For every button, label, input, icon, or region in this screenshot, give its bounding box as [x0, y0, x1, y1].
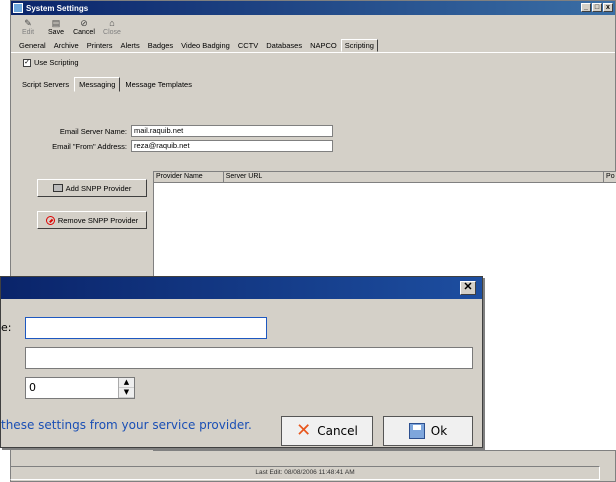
maximize-button[interactable]: □: [592, 3, 602, 12]
tab-script-servers[interactable]: Script Servers: [17, 77, 74, 92]
last-edit-text: Last Edit: 08/08/2006 11:48:41 AM: [255, 469, 355, 476]
tab-message-templates[interactable]: Message Templates: [120, 77, 197, 92]
tab-general[interactable]: General: [15, 39, 50, 52]
scripting-sub-tabs: Script Servers Messaging Message Templat…: [17, 77, 197, 92]
save-label: Save: [48, 29, 64, 36]
dialog-title-bar: ✕: [1, 277, 482, 299]
status-bar: Last Edit: 08/08/2006 11:48:41 AM: [10, 466, 600, 480]
remove-snpp-provider-button[interactable]: Remove SNPP Provider: [37, 211, 147, 229]
spin-up-icon[interactable]: ▲: [119, 378, 134, 388]
save-button[interactable]: ▤ Save: [43, 16, 69, 37]
tab-archive[interactable]: Archive: [50, 39, 83, 52]
tab-divider: [11, 52, 615, 53]
use-scripting-checkbox[interactable]: ✓: [23, 58, 31, 67]
cancel-icon: ⊘: [80, 18, 88, 28]
email-server-label: Email Server Name:: [59, 127, 127, 136]
port-value: 0: [29, 381, 36, 394]
toolbar: ✎ Edit ▤ Save ⊘ Cancel ⌂ Close: [15, 16, 125, 37]
add-snpp-label: Add SNPP Provider: [65, 183, 132, 193]
table-header: Provider Name Server URL Po: [154, 172, 616, 183]
column-port[interactable]: Po: [604, 172, 616, 182]
use-scripting-label: Use Scripting: [34, 58, 79, 67]
cancel-label: Cancel: [73, 29, 95, 36]
add-snpp-provider-button[interactable]: Add SNPP Provider: [37, 179, 147, 197]
server-url-input[interactable]: [25, 347, 473, 369]
remove-provider-icon: [45, 215, 55, 225]
tab-messaging[interactable]: Messaging: [74, 77, 121, 92]
tab-printers[interactable]: Printers: [83, 39, 117, 52]
dialog-ok-button[interactable]: Ok: [383, 416, 473, 446]
tab-cctv[interactable]: CCTV: [234, 39, 262, 52]
settings-tabs: General Archive Printers Alerts Badges V…: [15, 39, 378, 52]
dialog-hint-text: these settings from your service provide…: [1, 418, 252, 432]
column-provider-name[interactable]: Provider Name: [154, 172, 224, 182]
window-title: System Settings: [26, 3, 89, 13]
app-icon: [13, 3, 23, 13]
title-bar: System Settings _ □ x: [11, 1, 615, 15]
dialog-close-button[interactable]: ✕: [460, 281, 476, 295]
spin-down-icon[interactable]: ▼: [119, 388, 134, 398]
port-spin-buttons: ▲ ▼: [118, 378, 134, 398]
dialog-cancel-button[interactable]: ✕ Cancel: [281, 416, 373, 446]
dialog-ok-label: Ok: [430, 424, 448, 438]
snpp-provider-dialog: ✕ e: 0 ▲ ▼ these settings from your serv…: [0, 276, 483, 448]
provider-name-input[interactable]: [25, 317, 267, 339]
tab-alerts[interactable]: Alerts: [117, 39, 144, 52]
port-stepper[interactable]: 0 ▲ ▼: [25, 377, 135, 399]
minimize-button[interactable]: _: [581, 3, 591, 12]
dialog-cancel-label: Cancel: [317, 424, 358, 438]
close-window-button[interactable]: x: [603, 3, 613, 12]
edit-button[interactable]: ✎ Edit: [15, 16, 41, 37]
tab-databases[interactable]: Databases: [262, 39, 306, 52]
use-scripting-row[interactable]: ✓ Use Scripting: [23, 58, 79, 67]
close-label: Close: [103, 29, 121, 36]
tab-video-badging[interactable]: Video Badging: [177, 39, 234, 52]
tab-scripting[interactable]: Scripting: [340, 39, 378, 52]
email-server-input[interactable]: mail.raquib.net: [131, 125, 333, 137]
add-provider-icon: [52, 184, 63, 192]
provider-name-label: e:: [1, 321, 12, 334]
cancel-x-icon: ✕: [296, 420, 312, 441]
email-from-label: Email "From" Address:: [52, 142, 127, 151]
tab-napco[interactable]: NAPCO: [306, 39, 341, 52]
edit-label: Edit: [21, 29, 35, 36]
column-server-url[interactable]: Server URL: [224, 172, 605, 182]
edit-icon: ✎: [24, 18, 32, 28]
window-controls: _ □ x: [581, 3, 613, 12]
close-button[interactable]: ⌂ Close: [99, 16, 125, 37]
tab-badges[interactable]: Badges: [144, 39, 177, 52]
cancel-button[interactable]: ⊘ Cancel: [71, 16, 97, 37]
remove-snpp-label: Remove SNPP Provider: [57, 215, 139, 225]
email-from-input[interactable]: reza@raquib.net: [131, 140, 333, 152]
floppy-disk-icon: [408, 423, 425, 439]
close-icon: ⌂: [109, 18, 115, 28]
save-icon: ▤: [51, 18, 61, 28]
